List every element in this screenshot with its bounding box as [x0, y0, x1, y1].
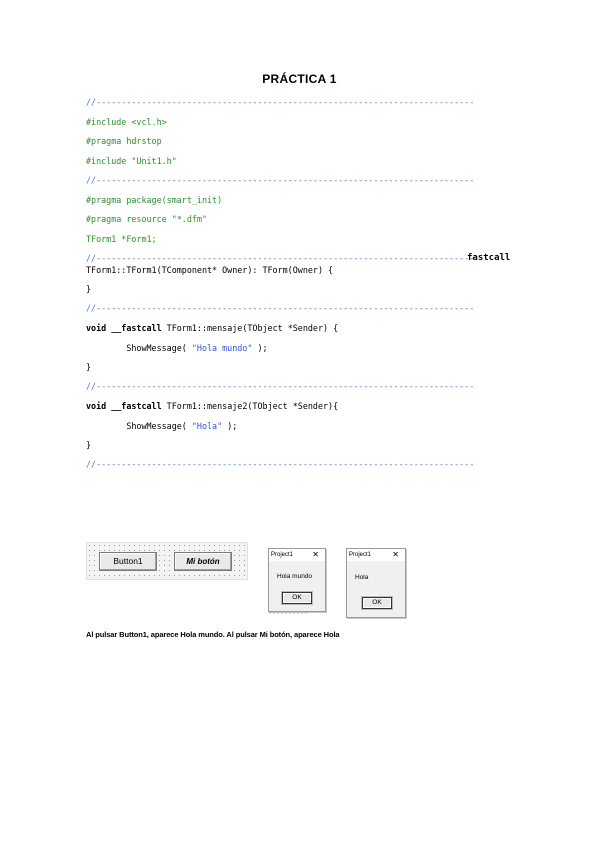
form-designer: Button1 Mi botón	[86, 542, 248, 580]
dialog-titlebar: Project1 ✕	[347, 549, 405, 561]
dialog-message: Hola	[355, 574, 369, 581]
message-dialog-hola: Project1 ✕ Hola OK	[346, 548, 406, 618]
separator-comment: //--------------------------------------…	[86, 381, 475, 391]
pragma-resource-line: #pragma resource "*.dfm"	[86, 214, 208, 224]
close-icon[interactable]: ✕	[392, 549, 399, 561]
designer-dots	[268, 612, 308, 614]
pragma-package-line: #pragma package(smart_init)	[86, 195, 223, 205]
ok-button[interactable]: OK	[362, 597, 392, 609]
showmessage-call: ShowMessage(	[86, 421, 192, 431]
closing-brace: }	[86, 362, 92, 372]
mensaje2-signature-line: void __fastcall TForm1::mensaje2(TObject…	[86, 401, 338, 412]
constructor-line: TForm1::TForm1(TComponent* Owner): TForm…	[86, 265, 334, 275]
button1[interactable]: Button1	[99, 552, 157, 571]
pragma-hdrstop-line: #pragma hdrstop	[86, 136, 162, 146]
separator-comment: //--------------------------------------…	[86, 253, 475, 263]
dialog-titlebar: Project1 ✕	[269, 549, 325, 561]
dialog-title: Project1	[271, 552, 294, 558]
showmessage-call: ShowMessage(	[86, 343, 192, 353]
fastcall-keyword: fastcall	[467, 253, 511, 263]
caption-text: Al pulsar Button1, aparece Hola mundo. A…	[86, 630, 340, 639]
showmessage-line: ShowMessage( "Hola mundo" );	[86, 343, 268, 354]
separator-comment: //--------------------------------------…	[86, 97, 475, 107]
mensaje-signature-line: void __fastcall TForm1::mensaje(TObject …	[86, 323, 338, 334]
showmessage-line: ShowMessage( "Hola" );	[86, 421, 237, 432]
closing-brace: }	[86, 284, 92, 294]
separator-comment: //--------------------------------------…	[86, 303, 475, 313]
separator-comment: //--------------------------------------…	[86, 459, 475, 469]
include-unit-line: #include "Unit1.h"	[86, 156, 177, 166]
form-declaration-line: TForm1 *Form1;	[86, 234, 157, 244]
void-fastcall-keyword: void __fastcall	[86, 401, 162, 411]
string-literal: "Hola mundo"	[191, 343, 253, 353]
page-title: PRÁCTICA 1	[262, 72, 337, 86]
dialog-message: Hola mundo	[277, 573, 313, 580]
message-dialog-hola-mundo: Project1 ✕ Hola mundo OK	[268, 548, 326, 612]
string-literal: "Hola"	[191, 421, 223, 431]
mi-boton-button[interactable]: Mi botón	[174, 552, 232, 571]
ok-button[interactable]: OK	[282, 592, 312, 604]
void-fastcall-keyword: void __fastcall	[86, 323, 162, 333]
close-icon[interactable]: ✕	[312, 549, 319, 561]
include-vcl-line: #include <vcl.h>	[86, 117, 167, 127]
mensaje-signature: TForm1::mensaje(TObject *Sender) {	[161, 323, 339, 333]
mensaje2-signature: TForm1::mensaje2(TObject *Sender){	[161, 401, 339, 411]
call-close: );	[252, 343, 268, 353]
call-close: );	[222, 421, 238, 431]
closing-brace: }	[86, 440, 92, 450]
dialog-title: Project1	[349, 552, 372, 558]
separator-comment: //--------------------------------------…	[86, 175, 475, 185]
